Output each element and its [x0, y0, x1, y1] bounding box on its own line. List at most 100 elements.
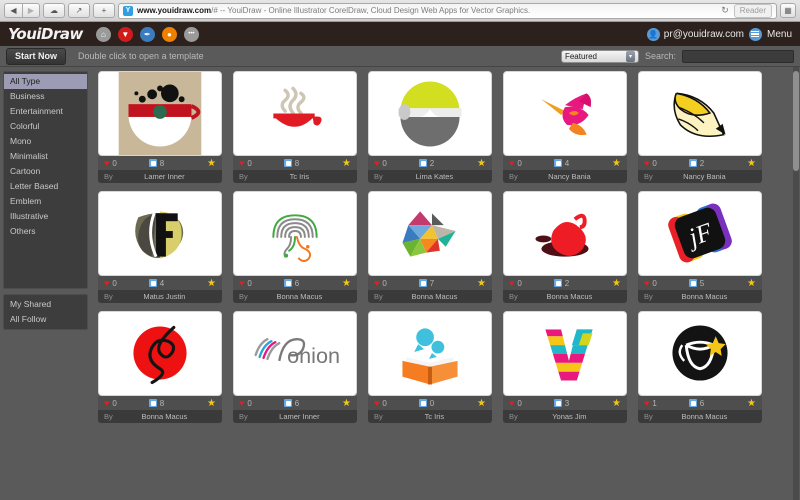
- template-thumbnail[interactable]: [233, 191, 357, 276]
- favorite-star-icon[interactable]: ★: [612, 278, 621, 289]
- template-thumbnail[interactable]: [503, 191, 627, 276]
- template-card[interactable]: ♥ 0 2 ★ By Bonna Macus: [503, 191, 627, 303]
- back-arrow-icon[interactable]: ◀: [4, 3, 22, 18]
- like-count-group[interactable]: ♥ 0: [509, 278, 554, 288]
- template-card[interactable]: ♥ 0 2 ★ By Nancy Bania: [638, 71, 762, 183]
- template-card[interactable]: ♥ 0 4 ★ By Matus Justin: [98, 191, 222, 303]
- app-logo[interactable]: YouiDraw: [8, 25, 83, 43]
- search-input[interactable]: [682, 49, 794, 63]
- like-count-group[interactable]: ♥ 0: [104, 278, 149, 288]
- template-thumbnail[interactable]: [98, 191, 222, 276]
- drawing-icon[interactable]: ✒: [139, 26, 155, 42]
- template-thumbnail[interactable]: [638, 311, 762, 396]
- author-name[interactable]: Yonas Jim: [552, 412, 586, 421]
- favorite-star-icon[interactable]: ★: [207, 278, 216, 289]
- favorite-star-icon[interactable]: ★: [747, 278, 756, 289]
- sidebar-item-minimalist[interactable]: Minimalist: [4, 149, 87, 164]
- start-now-button[interactable]: Start Now: [6, 47, 67, 65]
- reader-button[interactable]: Reader: [733, 3, 772, 18]
- like-count-group[interactable]: ♥ 0: [509, 158, 554, 168]
- author-name[interactable]: Bonna Macus: [681, 292, 727, 301]
- menu-label[interactable]: Menu: [767, 29, 792, 40]
- copy-count-group[interactable]: 7: [418, 279, 464, 288]
- like-count-group[interactable]: ♥ 0: [239, 158, 284, 168]
- author-name[interactable]: Tc Iris: [425, 412, 445, 421]
- template-card[interactable]: ♥ 0 8 ★ By Tc Iris: [233, 71, 357, 183]
- plus-icon[interactable]: +: [93, 3, 115, 18]
- show-tabs-icon[interactable]: ▦: [780, 3, 796, 18]
- template-card[interactable]: ♥ 0 8 ★ By Lamer Inner: [98, 71, 222, 183]
- template-thumbnail[interactable]: [98, 311, 222, 396]
- favorite-star-icon[interactable]: ★: [747, 158, 756, 169]
- like-count-group[interactable]: ♥ 0: [374, 158, 419, 168]
- template-thumbnail[interactable]: [368, 311, 492, 396]
- template-card[interactable]: ♥ 0 3 ★ By Yonas Jim: [503, 311, 627, 423]
- template-thumbnail[interactable]: [233, 71, 357, 156]
- sidebar-item-my-shared[interactable]: My Shared: [4, 297, 87, 312]
- template-card[interactable]: ♥ 0 8 ★ By Bonna Macus: [98, 311, 222, 423]
- template-card[interactable]: ♥ 0 7 ★ By Bonna Macus: [368, 191, 492, 303]
- copy-count-group[interactable]: 2: [688, 159, 734, 168]
- like-count-group[interactable]: ♥ 0: [644, 278, 689, 288]
- template-thumbnail[interactable]: [503, 311, 627, 396]
- template-card[interactable]: onion ♥ 0 6 ★ By Lamer Inner: [233, 311, 357, 423]
- copy-count-group[interactable]: 8: [148, 159, 194, 168]
- copy-count-group[interactable]: 6: [688, 399, 734, 408]
- like-count-group[interactable]: ♥ 0: [644, 158, 689, 168]
- copy-count-group[interactable]: 6: [283, 399, 329, 408]
- template-thumbnail[interactable]: [98, 71, 222, 156]
- copy-count-group[interactable]: 5: [688, 279, 734, 288]
- sidebar-item-cartoon[interactable]: Cartoon: [4, 164, 87, 179]
- sidebar-item-entertainment[interactable]: Entertainment: [4, 104, 87, 119]
- scrollbar-thumb[interactable]: [793, 71, 799, 171]
- template-thumbnail[interactable]: [638, 71, 762, 156]
- sidebar-item-all-follow[interactable]: All Follow: [4, 312, 87, 327]
- template-card[interactable]: ♥ 0 0 ★ By Tc Iris: [368, 311, 492, 423]
- template-thumbnail[interactable]: onion: [233, 311, 357, 396]
- like-count-group[interactable]: ♥ 0: [374, 398, 419, 408]
- favorite-star-icon[interactable]: ★: [477, 398, 486, 409]
- reload-icon[interactable]: ↻: [721, 5, 729, 16]
- author-name[interactable]: Nancy Bania: [683, 172, 726, 181]
- share-icon[interactable]: ↗: [68, 3, 90, 18]
- like-count-group[interactable]: ♥ 0: [374, 278, 419, 288]
- sort-select[interactable]: Featured ▾: [560, 49, 639, 63]
- like-count-group[interactable]: ♥ 0: [104, 158, 149, 168]
- like-count-group[interactable]: ♥ 1: [644, 398, 689, 408]
- sidebar-item-colorful[interactable]: Colorful: [4, 119, 87, 134]
- author-name[interactable]: Lima Kates: [416, 172, 454, 181]
- template-card[interactable]: ♥ 0 2 ★ By Lima Kates: [368, 71, 492, 183]
- sidebar-item-mono[interactable]: Mono: [4, 134, 87, 149]
- cloud-icon[interactable]: ☁: [43, 3, 65, 18]
- author-name[interactable]: Bonna Macus: [276, 292, 322, 301]
- like-count-group[interactable]: ♥ 0: [104, 398, 149, 408]
- copy-count-group[interactable]: 8: [283, 159, 329, 168]
- favorite-star-icon[interactable]: ★: [477, 158, 486, 169]
- sidebar-item-illustrative[interactable]: Illustrative: [4, 209, 87, 224]
- sidebar-item-all-type[interactable]: All Type: [4, 74, 87, 89]
- template-card[interactable]: ♥ 0 6 ★ By Bonna Macus: [233, 191, 357, 303]
- favorite-star-icon[interactable]: ★: [477, 278, 486, 289]
- template-card[interactable]: ♥ 1 6 ★ By Bonna Macus: [638, 311, 762, 423]
- template-thumbnail[interactable]: jF: [638, 191, 762, 276]
- favorite-star-icon[interactable]: ★: [747, 398, 756, 409]
- author-name[interactable]: Matus Justin: [143, 292, 185, 301]
- favorite-star-icon[interactable]: ★: [342, 158, 351, 169]
- author-name[interactable]: Bonna Macus: [546, 292, 592, 301]
- copy-count-group[interactable]: 2: [418, 159, 464, 168]
- address-bar[interactable]: Y www.youidraw.com/# -- YouiDraw - Onlin…: [118, 2, 777, 19]
- like-count-group[interactable]: ♥ 0: [239, 278, 284, 288]
- favorite-star-icon[interactable]: ★: [207, 158, 216, 169]
- painter-icon[interactable]: ●: [161, 26, 177, 42]
- like-count-group[interactable]: ♥ 0: [509, 398, 554, 408]
- favorite-star-icon[interactable]: ★: [342, 398, 351, 409]
- copy-count-group[interactable]: 4: [148, 279, 194, 288]
- author-name[interactable]: Bonna Macus: [411, 292, 457, 301]
- template-card[interactable]: ♥ 0 4 ★ By Nancy Bania: [503, 71, 627, 183]
- favorite-star-icon[interactable]: ★: [612, 158, 621, 169]
- copy-count-group[interactable]: 6: [283, 279, 329, 288]
- user-account[interactable]: 👤 pr@youidraw.com: [646, 27, 744, 41]
- template-thumbnail[interactable]: [503, 71, 627, 156]
- template-card[interactable]: jF ♥ 0 5 ★ By Bonna Macus: [638, 191, 762, 303]
- home-icon[interactable]: ⌂: [95, 26, 111, 42]
